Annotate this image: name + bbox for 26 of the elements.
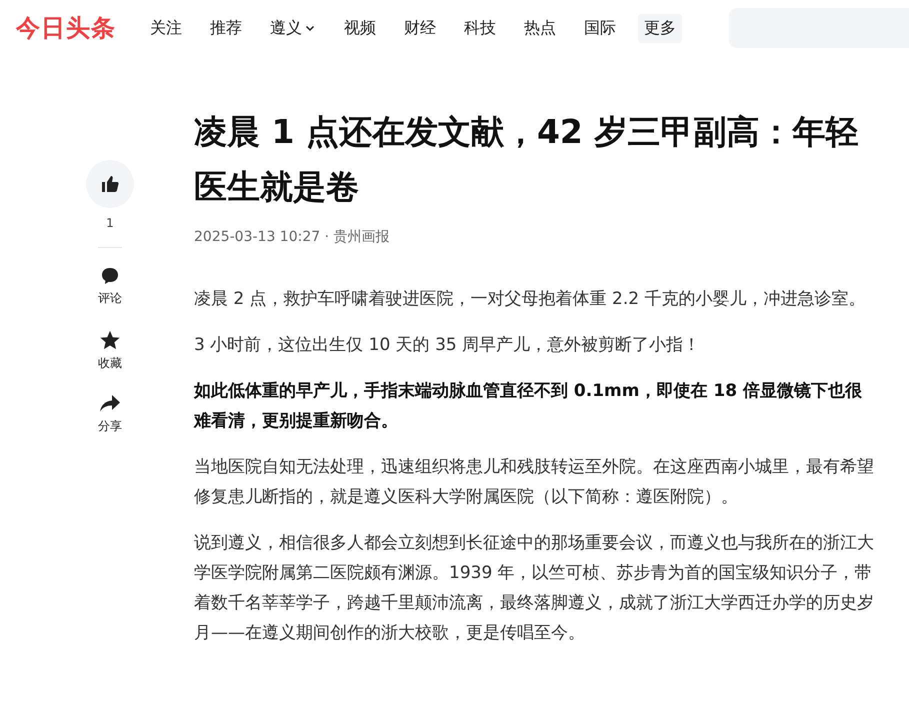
site-logo[interactable]: 今日头条	[16, 12, 116, 44]
nav-dropdown[interactable]: 遵义	[264, 14, 322, 42]
paragraph: 如此低体重的早产儿，手指末端动脉血管直径不到 0.1mm，即使在 18 倍显微镜下也很难看清，更别提重新吻合。	[194, 380, 863, 433]
nav-link[interactable]: 推荐	[204, 14, 248, 42]
star-icon	[99, 329, 121, 351]
nav-link[interactable]: 国际	[578, 14, 622, 42]
nav-link[interactable]: 视频	[338, 14, 382, 42]
thumbs-up-icon	[100, 174, 120, 194]
paragraph: 3 小时前，这位出生仅 10 天的 35 周早产儿，意外被剪断了小指！	[194, 334, 702, 357]
nav-link[interactable]: 财经	[398, 14, 442, 42]
like-count: 1	[106, 216, 114, 230]
article-title: 凌晨 1 点还在发文献，42 岁三甲副高：年轻医生就是卷	[194, 111, 860, 208]
paragraph: 凌晨 2 点，救护车呼啸着驶进医院，一对父母抱着体重 2.2 千克的小婴儿，冲进急诊室。	[194, 288, 866, 311]
paragraph: 说到遵义，相信很多人都会立刻想到长征途中的那场重要会议，而遵义也与我所在的浙江大学医学院附属第二医院颇有渊源。1939 年，以竺可桢、苏步青为首的国宝级知识分子，带着数千名莘莘学子，跨越千里颠沛流离，最终落脚遵义，成就了浙江大学西迁办学的历史岁月——在遵义期间创作的浙大校歌，更是传唱至今。	[194, 532, 874, 645]
article-meta: 2025-03-13 10:27 · 贵州画报	[194, 228, 391, 246]
nav-link[interactable]: 热点	[518, 14, 562, 42]
comment-button[interactable]: 评论	[98, 266, 122, 307]
like-button[interactable]	[86, 160, 134, 208]
more-button[interactable]: 更多	[638, 14, 682, 42]
share-button[interactable]: 分享	[98, 394, 122, 435]
favorite-button[interactable]: 收藏	[98, 329, 122, 372]
nav-link[interactable]: 科技	[458, 14, 502, 42]
speech-bubble-icon	[100, 266, 120, 286]
nav-link[interactable]: 关注	[144, 14, 188, 42]
paragraph: 当地医院自知无法处理，迅速组织将患儿和残肢转运至外院。在这座西南小城里，最有希望修复患儿断指的，就是遵义医科大学附属医院（以下简称：遵医附院）。	[194, 456, 874, 509]
share-arrow-icon	[99, 394, 121, 414]
